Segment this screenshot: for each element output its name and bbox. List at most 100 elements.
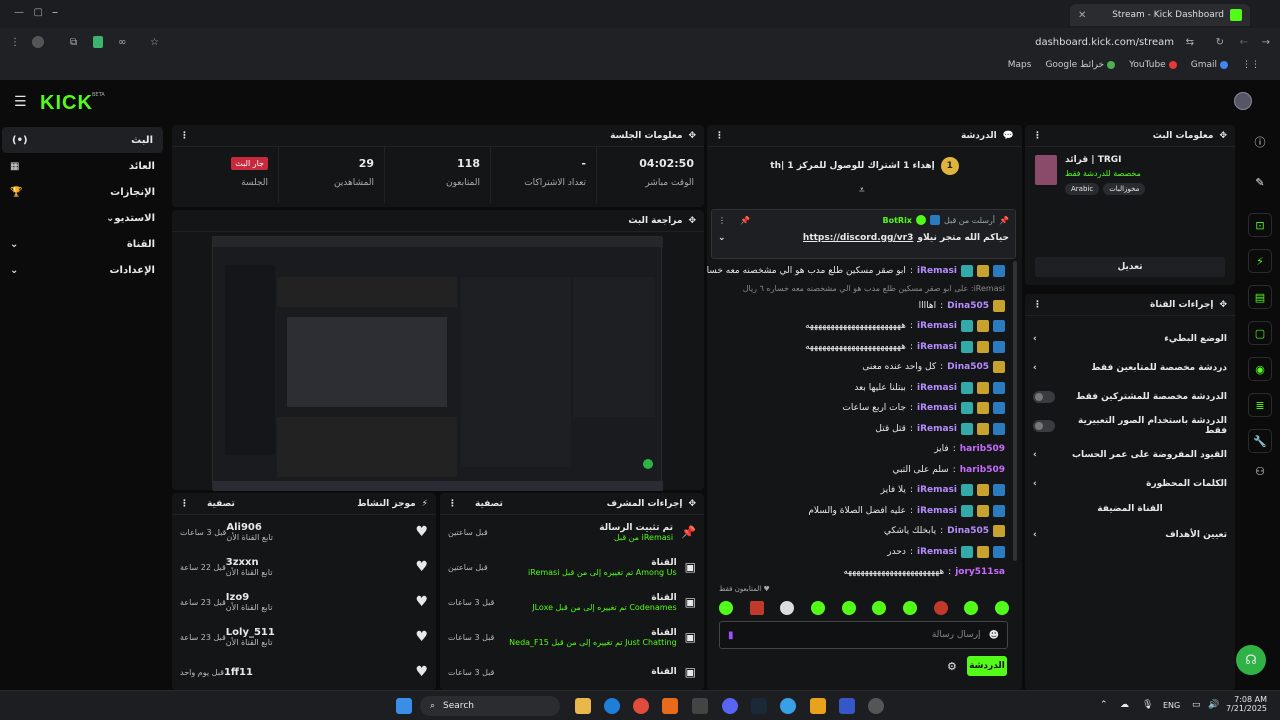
stream-video[interactable] [212, 236, 663, 491]
more-icon[interactable]: ⋮ [718, 216, 726, 225]
network-icon[interactable]: ▭ [1192, 700, 1201, 710]
users-icon[interactable]: ⚇ [1246, 465, 1274, 478]
chat-input[interactable]: ☻ إرسال رسالة ▮ [719, 621, 1008, 649]
hamburger-menu-icon[interactable]: ☰ [14, 94, 27, 110]
more-icon[interactable]: ⋮ [1033, 300, 1042, 310]
site-settings-icon[interactable]: ⇆ [1186, 37, 1194, 48]
pinned-link[interactable]: https://discord.gg/vr3 [803, 233, 913, 243]
action-emotes-only[interactable]: الدردشة باستخدام الصور التعبيرية فقط [1025, 411, 1235, 440]
action-banned-words[interactable]: الكلمات المحظورة › [1025, 469, 1235, 498]
more-icon[interactable]: ⋮ [448, 499, 457, 509]
broadcast-icon[interactable]: ◉ [1248, 357, 1272, 381]
action-set-goals[interactable]: تعيين الأهداف › [1025, 520, 1235, 549]
emote-icon[interactable] [933, 601, 948, 615]
app-icon[interactable] [662, 698, 678, 714]
drag-icon[interactable]: ✥ [688, 216, 696, 226]
tab-kick-dashboard[interactable]: Stream - Kick Dashboard ✕ [1070, 4, 1250, 26]
forward-icon[interactable]: ← [1240, 37, 1248, 48]
action-slow-mode[interactable]: الوضع البطيء › [1025, 324, 1235, 353]
layers-icon[interactable]: ≣ [1248, 393, 1272, 417]
more-icon[interactable]: ⋮ [1033, 131, 1042, 141]
bookmark-gmail[interactable]: Gmail [1191, 60, 1228, 70]
drag-icon[interactable]: ✥ [1219, 300, 1227, 310]
app-icon[interactable] [692, 698, 708, 714]
chat-bubble-icon[interactable]: ▢ [1248, 321, 1272, 345]
document-icon[interactable]: ▤ [1248, 285, 1272, 309]
sidebar-item-settings[interactable]: الإعدادات ⌄ [0, 257, 165, 283]
clock[interactable]: 7:08 AM 7/21/2025 [1226, 695, 1267, 713]
info-icon[interactable]: ⓘ [1246, 134, 1274, 150]
reload-icon[interactable]: ↻ [1216, 37, 1224, 48]
taskbar-search[interactable]: ⌕ Search [420, 696, 560, 716]
more-icon[interactable]: ⋮ [715, 131, 724, 141]
drag-icon[interactable]: ✥ [1219, 131, 1227, 141]
url-text[interactable]: dashboard.kick.com/stream [1035, 37, 1174, 48]
toggle[interactable] [1033, 390, 1055, 403]
back-icon[interactable]: → [1262, 37, 1270, 48]
shield-icon[interactable] [93, 36, 103, 48]
emote-icon[interactable] [964, 601, 979, 615]
app-icon[interactable] [839, 698, 855, 714]
emoji-icon[interactable]: ☻ [989, 630, 999, 641]
window-controls[interactable]: — ▢ ⎯ [14, 7, 58, 18]
emote-icon[interactable] [994, 601, 1009, 615]
send-button[interactable]: الدردشة [967, 656, 1007, 676]
mic-icon[interactable]: 🎙 [1142, 700, 1153, 710]
emote-icon[interactable] [810, 601, 825, 615]
file-explorer-icon[interactable] [575, 698, 591, 714]
filter-button[interactable]: تصفية [207, 499, 235, 509]
sidebar-item-studio[interactable]: الاستديو⌄⊡ [0, 205, 165, 231]
avatar[interactable] [1234, 92, 1252, 110]
bookmark-google-maps[interactable]: Google خرائط [1045, 60, 1116, 70]
edge-icon[interactable] [604, 698, 620, 714]
bookmark-star-icon[interactable]: ☆ [150, 37, 159, 48]
extension-icon[interactable]: ⧉ [70, 37, 77, 48]
drag-icon[interactable]: ✥ [688, 131, 696, 141]
tray-chevron-icon[interactable]: ⌃ [1100, 700, 1108, 710]
extension-icon[interactable] [32, 36, 44, 48]
emote-icon[interactable] [872, 601, 887, 615]
emote-icon[interactable] [841, 601, 856, 615]
collapse-icon[interactable]: ⩡ [859, 185, 865, 196]
extension-icon[interactable]: ∞ [118, 37, 126, 48]
gear-icon[interactable]: ⚙ [947, 660, 957, 673]
sidebar-item-stream[interactable]: البث (•) [2, 127, 163, 153]
app-icon[interactable] [810, 698, 826, 714]
screen-icon[interactable]: ⊡ [1248, 213, 1272, 237]
kick-logo[interactable]: KICK [40, 92, 93, 115]
windows-start-icon[interactable] [396, 698, 412, 714]
app-icon[interactable] [868, 698, 884, 714]
toggle[interactable] [1033, 419, 1055, 432]
sidebar-item-channel[interactable]: القناة ⌄ [0, 231, 165, 257]
lightning-icon[interactable]: ⚡ [1248, 249, 1272, 273]
apps-grid-icon[interactable]: ⋮⋮ [1242, 60, 1260, 70]
mic-icon[interactable]: ▮ [728, 630, 734, 641]
emote-icon[interactable] [780, 601, 795, 615]
scrollbar[interactable] [1013, 261, 1017, 561]
menu-dots-icon[interactable]: ⋮ [10, 37, 20, 48]
chevron-down-icon[interactable]: ⌄ [718, 233, 726, 243]
pencil-icon[interactable]: ✎ [1246, 176, 1274, 189]
edit-button[interactable]: تعديل [1035, 257, 1225, 277]
emote-icon[interactable] [749, 601, 764, 615]
wrench-icon[interactable]: 🔧 [1248, 429, 1272, 453]
language-indicator[interactable]: ENG [1163, 701, 1180, 710]
emote-icon[interactable] [719, 601, 733, 615]
steam-icon[interactable] [751, 698, 767, 714]
discord-icon[interactable] [722, 698, 738, 714]
unpin-icon[interactable]: 📌 [740, 216, 750, 225]
cloud-icon[interactable]: ☁ [1120, 700, 1129, 710]
filter-button[interactable]: تصفية [475, 499, 503, 509]
app-icon[interactable] [780, 698, 796, 714]
action-followers-only[interactable]: دردشة مخصصة للمتابعين فقط › [1025, 353, 1235, 382]
sidebar-item-revenue[interactable]: العائد ▦ [0, 153, 165, 179]
more-icon[interactable]: ⋮ [180, 131, 189, 141]
action-account-age[interactable]: القيود المفروضة على عمر الحساب › [1025, 440, 1235, 469]
bookmark-maps[interactable]: Maps [1008, 60, 1032, 70]
support-headset-icon[interactable]: ☊ [1236, 645, 1266, 675]
emote-icon[interactable] [902, 601, 917, 615]
drag-icon[interactable]: ✥ [688, 499, 696, 509]
bookmark-youtube[interactable]: YouTube [1129, 60, 1177, 70]
volume-icon[interactable]: 🔊 [1208, 700, 1219, 710]
chrome-icon[interactable] [633, 698, 649, 714]
